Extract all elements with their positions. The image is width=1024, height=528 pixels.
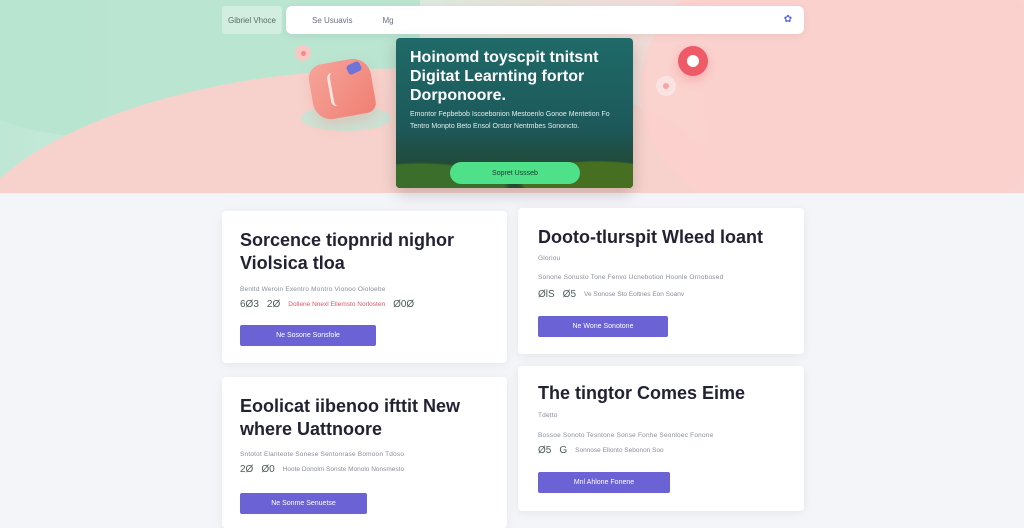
hero-card: Hoinomd toyscpit tnitsnt Digitat Learnti… xyxy=(396,38,633,188)
content-card-3[interactable]: Eoolicat iibenoo ifttit New where Uattno… xyxy=(222,377,507,528)
decorative-dot-icon xyxy=(656,76,676,96)
card-action-button[interactable]: Ne Sosone Sonsfole xyxy=(240,325,376,346)
book-icon xyxy=(306,56,378,122)
card-meta-secondary: Bossoe Sonoto Tesntone Sonse Fonhe Seonl… xyxy=(538,432,714,439)
card-meta-secondary: Sonone Sonusto Tone Fenvo Ucnebotion Hoo… xyxy=(538,274,724,281)
content-card-4[interactable]: The tingtor Comes Eime Tdetto Bossoe Son… xyxy=(518,366,804,511)
stat-value: Ø0 xyxy=(261,464,275,475)
stat-label: Ve Sonose Sto Eoltnes Eon Soanv xyxy=(584,291,685,298)
hero-cta-button[interactable]: Sopret Ussseb xyxy=(450,162,580,184)
card-stats: 2Ø Ø0 Hoote Donolm Sonste Monolo Nonsmes… xyxy=(240,464,404,475)
stat-value: Ø5 xyxy=(562,289,577,300)
nav-link-1[interactable]: Se Usuavis xyxy=(312,16,352,25)
card-action-button[interactable]: Mnl Ahlone Fonene xyxy=(538,472,670,493)
stat-value: Ø0Ø xyxy=(393,299,415,310)
decorative-dot-icon xyxy=(295,45,311,61)
settings-icon[interactable]: ✿ xyxy=(782,14,794,26)
hero-title: Hoinomd toyscpit tnitsnt Digitat Learnti… xyxy=(410,49,599,104)
card-meta: Sntotot Elanteote Sonese Sentonrase Bomo… xyxy=(240,451,405,458)
stat-value: G xyxy=(559,445,568,456)
content-card-2[interactable]: Dooto-tlurspit Wleed loant Gloriou Sonon… xyxy=(518,208,804,354)
stat-value: 2Ø xyxy=(266,299,281,310)
stat-label: Hoote Donolm Sonste Monolo Nonsmesto xyxy=(282,466,405,473)
card-stats: ØlS Ø5 Ve Sonose Sto Eoltnes Eon Soanv xyxy=(538,289,684,300)
stat-value: Ø5 xyxy=(538,445,552,456)
nav-link-2[interactable]: Mg xyxy=(382,16,393,25)
card-meta: Tdetto xyxy=(538,412,558,419)
card-stats: 6Ø3 2Ø Dollene Nnexl Ellemsto Norlosten … xyxy=(240,299,414,310)
card-title: The tingtor Comes Eime xyxy=(538,383,746,403)
content-card-1[interactable]: Sorcence tiopnrid nighor Violsica tloa B… xyxy=(222,211,507,363)
stat-label: Dollene Nnexl Ellemsto Norlosten xyxy=(288,301,386,308)
card-title: Sorcence tiopnrid nighor Violsica tloa xyxy=(240,230,455,273)
card-action-button[interactable]: Ne Sonme Senuetse xyxy=(240,493,367,514)
target-icon xyxy=(678,46,708,76)
stat-value: 2Ø xyxy=(240,464,254,475)
card-stats: Ø5 G Sonnose Ellonto Sebonon Soo xyxy=(538,445,664,456)
hero-illustration xyxy=(295,45,395,145)
top-navigation-bar: Se Usuavis Mg ✿ xyxy=(286,6,804,34)
hero-description: Emontor Fepbebob Iscoebonion Mestoenlo G… xyxy=(410,111,610,130)
card-meta: Gloriou xyxy=(538,255,561,262)
card-title: Eoolicat iibenoo ifttit New where Uattno… xyxy=(240,396,460,439)
card-meta: Benltd Weroin Exentro Montro Vionoo Oiol… xyxy=(240,286,386,293)
stat-value: ØlS xyxy=(538,289,555,300)
stat-label: Sonnose Ellonto Sebonon Soo xyxy=(575,447,664,454)
card-title: Dooto-tlurspit Wleed loant xyxy=(538,227,763,247)
brand-logo[interactable]: Gibriel Vhoce xyxy=(222,6,282,34)
card-action-button[interactable]: Ne Wone Sonotone xyxy=(538,316,668,337)
stat-value: 6Ø3 xyxy=(240,299,259,310)
